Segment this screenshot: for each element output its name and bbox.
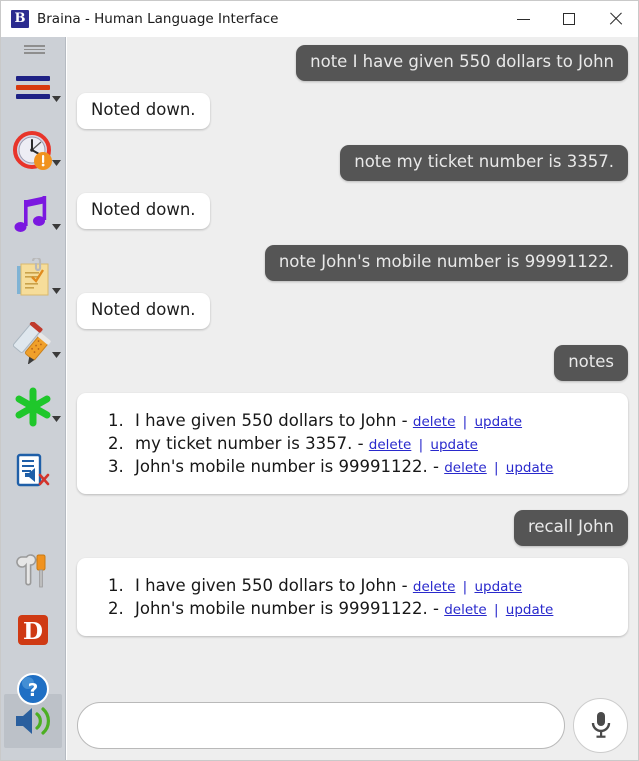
alarm-clock-icon [13, 131, 52, 170]
chat-row: recall John [67, 510, 638, 547]
link-separator: | [493, 602, 499, 619]
user-message: note my ticket number is 3357. [340, 144, 628, 181]
link-separator: | [493, 459, 499, 476]
notes-list: I have given 550 dollars to John - delet… [85, 574, 610, 620]
music-note-icon [14, 196, 47, 232]
note-text: I have given 550 dollars to John - [135, 576, 408, 596]
medicine-reminder-icon [12, 322, 51, 364]
list-item: I have given 550 dollars to John - delet… [129, 409, 610, 432]
sidebar-item-dictation[interactable] [8, 446, 58, 496]
sidebar: D ? [1, 37, 66, 760]
speaker-on-icon [16, 707, 50, 735]
microphone-icon [591, 712, 610, 738]
window-controls [500, 1, 638, 37]
link-separator: | [418, 436, 424, 453]
chat-row: Noted down. [67, 192, 638, 229]
sidebar-item-shortcuts[interactable] [8, 382, 58, 432]
user-message: notes [554, 344, 628, 381]
bot-notes-list: I have given 550 dollars to John - delet… [77, 392, 628, 495]
update-link[interactable]: update [430, 437, 478, 453]
bot-message: Noted down. [77, 92, 210, 129]
sidebar-item-settings[interactable] [8, 546, 58, 596]
sidebar-item-dictionary[interactable]: D [8, 605, 58, 655]
dictation-off-icon [16, 453, 50, 487]
bot-recall-list: I have given 550 dollars to John - delet… [77, 558, 628, 637]
link-separator: | [462, 413, 468, 430]
svg-text:D: D [23, 618, 43, 645]
chat-row: notes [67, 344, 638, 381]
sidebar-item-speech-output[interactable] [8, 696, 58, 746]
update-link[interactable]: update [474, 414, 522, 430]
message-input[interactable] [77, 701, 565, 749]
delete-link[interactable]: delete [369, 437, 412, 453]
note-text: John's mobile number is 99991122. - [135, 599, 439, 619]
chat-row: note my ticket number is 3357. [67, 144, 638, 181]
bot-message: Noted down. [77, 192, 210, 229]
chat-row: I have given 550 dollars to John - delet… [67, 392, 638, 495]
dictionary-icon: D [18, 615, 48, 645]
list-item: John's mobile number is 99991122. - dele… [129, 597, 610, 620]
sidebar-item-notes[interactable] [8, 254, 58, 304]
note-text: John's mobile number is 99991122. - [135, 456, 439, 476]
close-icon [608, 12, 622, 26]
list-item: I have given 550 dollars to John - delet… [129, 574, 610, 597]
bot-message: Noted down. [77, 292, 210, 329]
sidebar-item-alarm[interactable] [8, 126, 58, 176]
update-link[interactable]: update [474, 579, 522, 595]
chat-row: I have given 550 dollars to John - delet… [67, 558, 638, 637]
tools-icon [16, 554, 46, 588]
chat-row: Noted down. [67, 292, 638, 329]
notepad-icon [17, 258, 49, 296]
user-message: note John's mobile number is 99991122. [264, 244, 628, 281]
sidebar-item-music[interactable] [8, 190, 58, 240]
sidebar-item-medicine[interactable] [8, 318, 58, 368]
app-window: B Braina - Human Language Interface D ? … [0, 0, 639, 761]
notes-list: I have given 550 dollars to John - delet… [85, 409, 610, 478]
window-title: Braina - Human Language Interface [37, 11, 279, 27]
close-button[interactable] [592, 1, 638, 37]
delete-link[interactable]: delete [444, 602, 487, 618]
sidebar-grab-handle[interactable] [24, 45, 45, 54]
minimize-button[interactable] [500, 1, 546, 37]
list-item: John's mobile number is 99991122. - dele… [129, 455, 610, 478]
chat-row: note I have given 550 dollars to John [67, 45, 638, 81]
chat-transcript: note I have given 550 dollars to John No… [67, 37, 638, 690]
link-separator: | [462, 579, 468, 596]
chat-row: note John's mobile number is 99991122. [67, 244, 638, 281]
note-text: I have given 550 dollars to John - [135, 410, 408, 430]
sidebar-item-menu[interactable] [8, 62, 58, 112]
delete-link[interactable]: delete [413, 579, 456, 595]
list-item: my ticket number is 3357. - delete | upd… [129, 432, 610, 455]
maximize-button[interactable] [546, 1, 592, 37]
update-link[interactable]: update [506, 460, 554, 476]
green-asterisk-icon [15, 387, 51, 427]
title-bar: B Braina - Human Language Interface [1, 1, 638, 37]
minimize-icon [516, 18, 530, 20]
microphone-button[interactable] [573, 697, 628, 753]
delete-link[interactable]: delete [444, 460, 487, 476]
note-text: my ticket number is 3357. - [135, 433, 364, 453]
menu-icon [16, 72, 50, 103]
chat-row: Noted down. [67, 92, 638, 129]
maximize-icon [563, 13, 575, 25]
user-message: note I have given 550 dollars to John [296, 45, 628, 81]
user-message: recall John [513, 510, 628, 547]
delete-link[interactable]: delete [413, 414, 456, 430]
composer-bar [67, 690, 638, 760]
app-logo-icon: B [11, 10, 29, 28]
update-link[interactable]: update [506, 602, 554, 618]
